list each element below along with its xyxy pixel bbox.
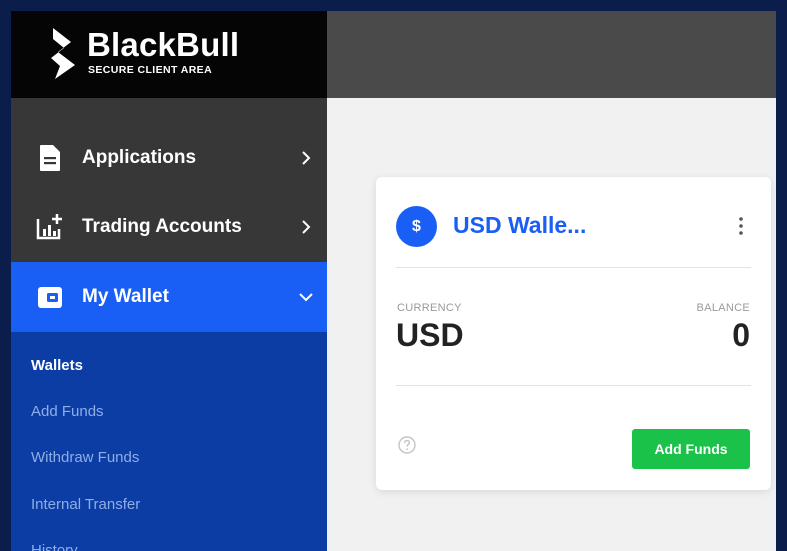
balance-value: 0 <box>732 317 750 353</box>
balance-label: BALANCE <box>696 302 750 314</box>
submenu-item-history[interactable]: History <box>31 542 78 551</box>
sidebar-item-applications[interactable]: Applications <box>11 124 327 192</box>
brand-name: BlackBull <box>87 26 240 63</box>
sidebar: BlackBull SECURE CLIENT AREA Application… <box>11 11 327 551</box>
sidebar-item-label: Applications <box>82 147 197 168</box>
submenu-item-internal-transfer[interactable]: Internal Transfer <box>31 496 140 513</box>
submenu-item-wallets[interactable]: Wallets <box>31 357 83 374</box>
sidebar-item-label: Trading Accounts <box>82 216 242 237</box>
document-icon <box>40 145 60 171</box>
wallet-card: $ USD Walle... CURRENCY BALANCE USD 0 Ad… <box>376 177 771 490</box>
submenu-item-add-funds[interactable]: Add Funds <box>31 403 104 420</box>
sidebar-item-my-wallet[interactable]: My Wallet <box>11 262 327 332</box>
dollar-icon: $ <box>396 206 437 247</box>
wallet-icon <box>38 287 62 308</box>
help-icon[interactable] <box>398 436 416 454</box>
wallet-submenu: Wallets Add Funds Withdraw Funds Interna… <box>11 332 327 551</box>
card-divider <box>396 385 751 386</box>
kebab-menu-icon[interactable] <box>737 215 745 237</box>
add-funds-button[interactable]: Add Funds <box>632 429 750 469</box>
currency-label: CURRENCY <box>397 302 462 314</box>
chart-plus-icon <box>36 214 62 240</box>
sidebar-item-label: My Wallet <box>82 286 169 307</box>
chevron-down-icon <box>299 293 313 302</box>
app-frame: BlackBull SECURE CLIENT AREA Application… <box>11 11 776 551</box>
currency-value: USD <box>396 317 464 353</box>
submenu-item-withdraw-funds[interactable]: Withdraw Funds <box>31 449 139 466</box>
logo-area[interactable]: BlackBull SECURE CLIENT AREA <box>11 11 327 98</box>
blackbull-logo-icon <box>51 28 75 79</box>
card-divider <box>396 267 751 268</box>
main-content: $ USD Walle... CURRENCY BALANCE USD 0 Ad… <box>327 98 776 551</box>
wallet-title[interactable]: USD Walle... <box>453 212 586 239</box>
chevron-right-icon <box>302 151 311 165</box>
brand-subtitle: SECURE CLIENT AREA <box>88 64 213 76</box>
chevron-right-icon <box>302 220 311 234</box>
sidebar-item-trading-accounts[interactable]: Trading Accounts <box>11 193 327 261</box>
top-header-bar <box>327 11 776 98</box>
